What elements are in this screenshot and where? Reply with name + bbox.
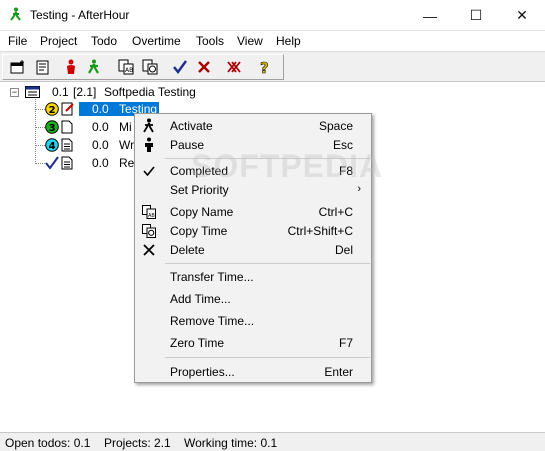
menu-tools[interactable]: Tools	[196, 34, 224, 48]
menu-shortcut: Ctrl+Shift+C	[287, 224, 353, 238]
priority-2-icon: 2	[45, 102, 59, 119]
svg-text:AB: AB	[148, 213, 155, 219]
project-icon	[25, 86, 41, 101]
tree-connector	[35, 163, 45, 164]
menu-label: Add Time...	[170, 292, 231, 306]
menu-shortcut: Space	[318, 119, 353, 133]
completed-check-icon	[45, 156, 59, 173]
menu-label: Activate	[170, 119, 213, 133]
menu-view[interactable]: View	[237, 34, 263, 48]
menu-shortcut: F7	[338, 336, 353, 350]
status-bar: Open todos: 0.1 Projects: 2.1 Working ti…	[0, 432, 545, 451]
menu-item-add-time[interactable]: Add Time...	[135, 289, 371, 309]
menu-item-copy-name[interactable]: AB Copy Name Ctrl+C	[135, 202, 371, 222]
menu-label: Delete	[170, 243, 205, 257]
todo-time: 0.0	[92, 102, 109, 116]
status-working-time: Working time: 0.1	[184, 436, 278, 450]
walking-man-icon	[141, 118, 157, 134]
collapse-toggle[interactable]: −	[10, 88, 19, 97]
properties-icon[interactable]	[34, 58, 52, 76]
menu-file[interactable]: File	[8, 34, 27, 48]
priority-4-icon: 4	[45, 138, 59, 155]
status-open-todos: Open todos: 0.1	[5, 436, 91, 450]
minimize-button[interactable]: —	[407, 0, 453, 31]
todo-page-icon	[61, 120, 73, 137]
menu-separator	[165, 357, 370, 358]
walking-man-icon	[8, 7, 24, 23]
todo-name[interactable]: Wr	[119, 138, 134, 152]
menu-item-transfer-time[interactable]: Transfer Time...	[135, 267, 371, 287]
menu-label: Copy Name	[170, 205, 234, 219]
complete-icon[interactable]	[171, 58, 189, 76]
todo-name[interactable]: Re	[119, 156, 134, 170]
help-icon[interactable]: ?	[256, 58, 274, 76]
menu-label: Remove Time...	[170, 314, 255, 328]
menu-separator	[165, 263, 370, 264]
menu-item-zero-time[interactable]: Zero Time F7	[135, 333, 371, 353]
tree-connector	[35, 127, 45, 128]
menu-shortcut: Enter	[324, 365, 353, 379]
svg-text:AB: AB	[125, 67, 133, 74]
copy-name-icon: AB	[141, 204, 157, 220]
stop-icon[interactable]	[62, 58, 80, 76]
status-projects: Projects: 2.1	[104, 436, 171, 450]
delete-icon[interactable]	[195, 58, 213, 76]
menu-label: Transfer Time...	[170, 270, 254, 284]
svg-text:2: 2	[49, 105, 56, 116]
copy-time-icon	[141, 223, 157, 239]
new-project-icon[interactable]	[9, 58, 27, 76]
menu-shortcut: Ctrl+C	[318, 205, 353, 219]
todo-time: 0.0	[92, 138, 109, 152]
todo-time: 0.0	[92, 156, 109, 170]
menu-label: Properties...	[170, 365, 235, 379]
menu-help[interactable]: Help	[276, 34, 301, 48]
standing-man-icon	[141, 137, 157, 153]
menu-item-remove-time[interactable]: Remove Time...	[135, 311, 371, 331]
menu-item-delete[interactable]: Delete Del	[135, 240, 371, 260]
todo-note-icon	[61, 156, 73, 173]
context-menu: Activate Space Pause Esc Completed F8 Se…	[134, 113, 382, 383]
menu-label: Set Priority	[170, 183, 229, 197]
root-time: 0.1	[52, 85, 69, 99]
todo-name[interactable]: Mi	[119, 120, 132, 134]
svg-text:?: ?	[260, 59, 269, 75]
menu-project[interactable]: Project	[40, 34, 77, 48]
todo-note-icon	[61, 138, 73, 155]
todo-edit-icon	[61, 102, 75, 119]
menu-item-activate[interactable]: Activate Space	[135, 116, 371, 136]
title-bar: Testing - AfterHour — ☐ ✕	[0, 0, 545, 31]
priority-3-icon: 3	[45, 120, 59, 137]
todo-time: 0.0	[92, 120, 109, 134]
toolbar: AB ?	[0, 51, 545, 82]
window-title: Testing - AfterHour	[30, 8, 130, 22]
menu-overtime[interactable]: Overtime	[132, 34, 181, 48]
copy-time-icon[interactable]	[141, 58, 159, 76]
delete-icon	[141, 242, 157, 258]
menu-shortcut: Del	[334, 243, 353, 257]
menu-bar: File Project Todo Overtime Tools View He…	[0, 31, 545, 51]
tree-connector	[35, 109, 45, 110]
activate-icon[interactable]	[85, 58, 103, 76]
svg-text:3: 3	[49, 123, 56, 134]
root-count: [2.1]	[73, 85, 97, 99]
svg-text:4: 4	[49, 141, 56, 152]
watermark: SOFTPEDIA	[191, 148, 384, 184]
menu-label: Zero Time	[170, 336, 225, 350]
menu-todo[interactable]: Todo	[91, 34, 117, 48]
menu-label: Copy Time	[170, 224, 228, 238]
copy-name-icon[interactable]: AB	[117, 58, 135, 76]
check-icon	[141, 163, 157, 179]
maximize-button[interactable]: ☐	[453, 0, 499, 31]
tree-connector	[35, 145, 45, 146]
menu-item-properties[interactable]: Properties... Enter	[135, 362, 371, 382]
menu-item-copy-time[interactable]: Copy Time Ctrl+Shift+C	[135, 221, 371, 241]
root-name[interactable]: Softpedia Testing	[104, 85, 196, 99]
delete-all-icon[interactable]	[225, 58, 243, 76]
close-button[interactable]: ✕	[499, 0, 545, 31]
